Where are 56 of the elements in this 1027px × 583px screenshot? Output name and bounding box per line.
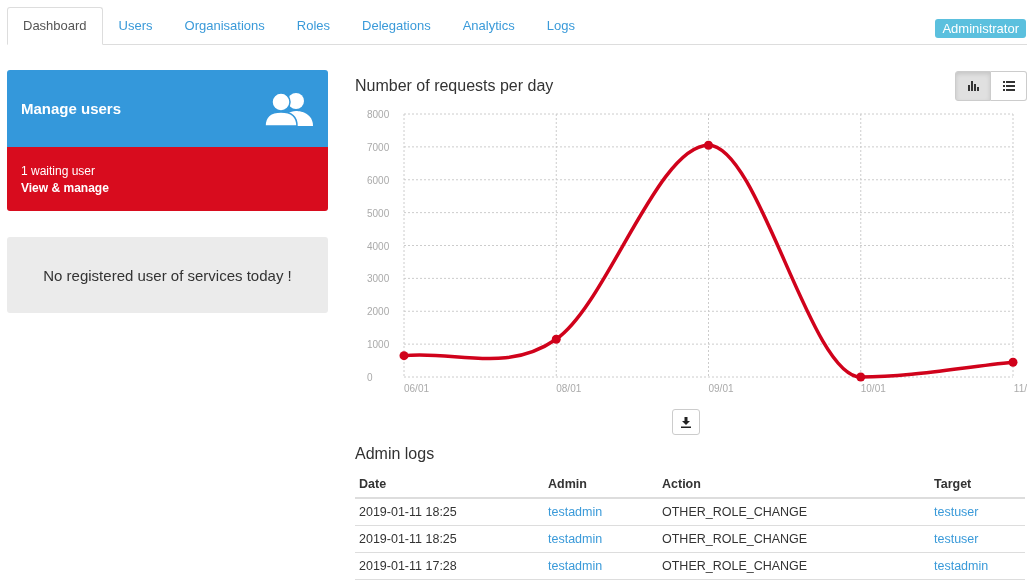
table-cell: 2019-01-11 18:25	[355, 498, 544, 526]
data-point	[704, 140, 713, 150]
y-tick-label: 4000	[367, 240, 390, 252]
notice-text: No registered user of services today !	[43, 266, 292, 284]
nav-tab[interactable]: Users	[102, 7, 169, 45]
nav-tab[interactable]: Dashboard	[7, 7, 103, 45]
nav-tab[interactable]: Logs	[530, 7, 591, 45]
y-tick-label: 8000	[367, 109, 390, 120]
y-tick-label: 2000	[367, 306, 390, 318]
user-link[interactable]: testuser	[930, 498, 1025, 526]
table-cell: OTHER_ROLE_CHANGE	[658, 498, 930, 526]
chart-title: Number of requests per day	[355, 77, 554, 95]
table-cell: OTHER_ROLE_CHANGE	[658, 552, 930, 580]
nav-tab[interactable]: Delegations	[346, 7, 447, 45]
user-link[interactable]: testadmin	[544, 552, 658, 580]
nav-tab[interactable]: Analytics	[446, 7, 531, 45]
x-tick-label: 09/01	[708, 383, 734, 394]
nav-tab[interactable]: Roles	[280, 7, 347, 45]
user-link[interactable]: testuser	[930, 525, 1025, 553]
card-title: Manage users	[21, 100, 122, 117]
y-tick-label: 7000	[367, 141, 390, 153]
waiting-count: 1 waiting user	[21, 163, 97, 178]
list-button[interactable]	[991, 71, 1027, 101]
table-cell: 2019-01-11 18:25	[355, 525, 544, 553]
download-button[interactable]	[672, 409, 700, 435]
role-badge: Administrator	[935, 19, 1026, 38]
user-link[interactable]: testadmin	[930, 552, 1025, 580]
table-cell: 2019-01-11 17:28	[355, 552, 544, 580]
bar-chart-icon	[967, 81, 979, 91]
y-tick-label: 1000	[367, 339, 390, 351]
x-tick-label: 11/	[1013, 383, 1027, 394]
download-icon	[681, 416, 691, 428]
bar-chart-button[interactable]	[955, 71, 991, 101]
column-header: Date	[355, 471, 544, 498]
view-manage-link[interactable]: View & manage	[21, 180, 314, 195]
data-point	[551, 334, 561, 344]
table-cell: OTHER_ROLE_CHANGE	[658, 525, 930, 553]
column-header: Admin	[544, 471, 658, 498]
user-link[interactable]: testadmin	[544, 498, 658, 526]
list-icon	[1002, 81, 1015, 91]
x-tick-label: 08/01	[556, 383, 582, 394]
y-tick-label: 3000	[367, 273, 390, 285]
y-tick-label: 5000	[367, 207, 390, 219]
user-link[interactable]: testadmin	[544, 525, 658, 553]
x-tick-label: 10/01	[860, 383, 886, 394]
nav-tab[interactable]: Organisations	[168, 7, 281, 45]
data-point	[399, 351, 409, 361]
logs-title: Admin logs	[355, 445, 436, 463]
data-point	[1008, 357, 1018, 367]
x-tick-label: 06/01	[404, 383, 430, 394]
data-point	[856, 372, 866, 382]
y-tick-label: 6000	[367, 174, 390, 186]
users-icon	[264, 91, 314, 126]
y-tick-label: 0	[367, 372, 373, 383]
column-header: Target	[930, 471, 1025, 498]
column-header: Action	[658, 471, 930, 498]
